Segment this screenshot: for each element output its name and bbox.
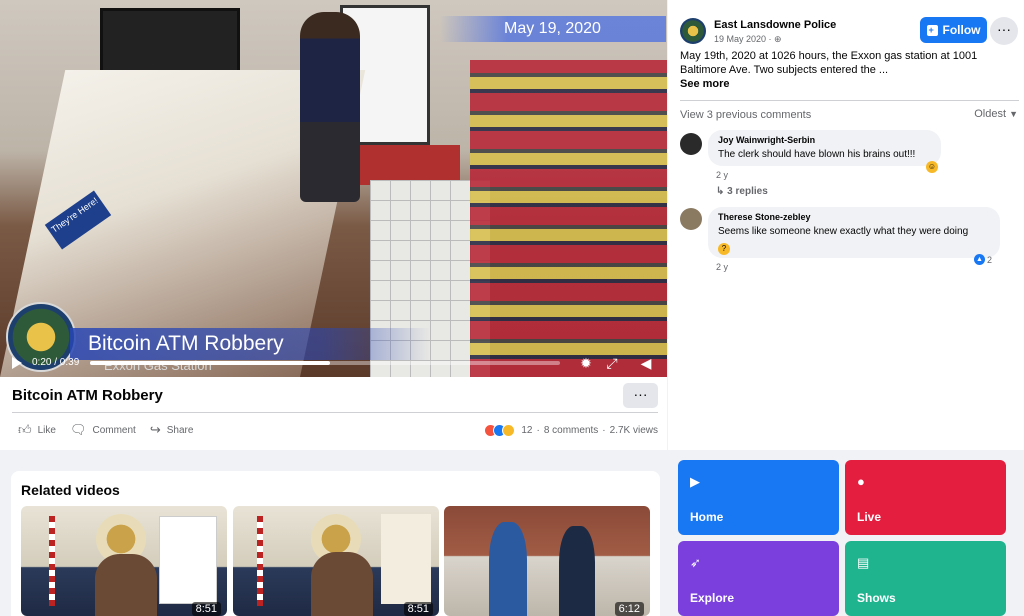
- like-button[interactable]: 👍︎ Like: [18, 422, 56, 438]
- like-label: Like: [37, 424, 56, 436]
- flag-image: [257, 516, 263, 606]
- flyer-image: [159, 516, 217, 604]
- thumbs-up-icon: 👍︎: [18, 422, 32, 437]
- engagement-stats: 12 · 8 comments · 2.7K views: [484, 424, 658, 437]
- like-reaction-icon: ▲: [974, 254, 985, 265]
- store-mat: [345, 145, 460, 185]
- post-panel: East Lansdowne Police 19 May 2020 · ⊕ + …: [668, 0, 1024, 450]
- live-label: Live: [857, 510, 882, 524]
- related-videos-title: Related videos: [21, 482, 120, 498]
- suspect-figure: [300, 12, 360, 202]
- more-options-button[interactable]: ···: [623, 383, 658, 408]
- divider: [680, 100, 1019, 101]
- video-player[interactable]: They're Here! May 19, 2020 Bitcoin ATM R…: [0, 0, 667, 377]
- explore-label: Explore: [690, 591, 735, 605]
- progress-fill: [90, 361, 330, 365]
- view-previous-comments[interactable]: View 3 previous comments: [680, 109, 811, 121]
- video-time: 0:20 / 0:39: [32, 357, 80, 368]
- replies-label: 3 replies: [727, 186, 768, 197]
- comment-avatar[interactable]: [680, 208, 702, 230]
- post-more-button[interactable]: ···: [990, 17, 1018, 45]
- home-label: Home: [690, 510, 724, 524]
- comment-avatar[interactable]: [680, 133, 702, 155]
- play-icon[interactable]: [12, 357, 22, 369]
- reply-arrow-icon: ↳: [716, 186, 725, 197]
- explore-tile[interactable]: ➶ Explore: [678, 541, 839, 616]
- comment-icon: 🗨︎: [69, 422, 87, 437]
- live-tile[interactable]: ● Live: [845, 460, 1006, 535]
- settings-icon[interactable]: ✹: [578, 355, 594, 371]
- comment-time[interactable]: 2 y: [716, 170, 728, 180]
- wow-reaction-icon: [502, 424, 516, 437]
- flag-image: [49, 516, 55, 606]
- live-icon: ●: [857, 474, 865, 489]
- fullscreen-icon[interactable]: ⤢: [604, 355, 620, 371]
- view-replies-link[interactable]: ↳ 3 replies: [716, 186, 768, 197]
- related-video-thumbnail[interactable]: 6:12: [444, 506, 650, 616]
- post-date[interactable]: 19 May 2020 · ⊕: [714, 34, 782, 45]
- action-bar: 👍︎ Like 🗨︎ Comment ↪ Share: [18, 420, 193, 440]
- person-image: [489, 522, 527, 616]
- shows-label: Shows: [857, 591, 896, 605]
- comment-button[interactable]: 🗨︎ Comment: [70, 422, 136, 438]
- separator-dot: ·: [602, 425, 606, 436]
- share-label: Share: [166, 424, 194, 436]
- comment-sort-dropdown[interactable]: Oldest ▼: [974, 108, 1018, 120]
- page-name[interactable]: East Lansdowne Police: [714, 19, 836, 31]
- document-image: [381, 514, 431, 604]
- comment-sort-label: Oldest: [974, 108, 1007, 120]
- rocket-icon: ➶: [690, 555, 701, 570]
- laugh-reaction-icon[interactable]: ☺: [926, 161, 938, 173]
- play-icon: ▶: [690, 474, 700, 489]
- related-video-thumbnail[interactable]: 8:51: [233, 506, 439, 616]
- comment-text: The clerk should have blown his brains o…: [718, 149, 916, 160]
- share-icon: ↪: [149, 422, 161, 437]
- comment-like-number: 2: [987, 254, 993, 265]
- see-more-link[interactable]: See more: [680, 78, 730, 90]
- progress-bar[interactable]: [90, 361, 560, 365]
- video-duration: 8:51: [403, 602, 433, 616]
- comment-count[interactable]: 8 comments: [544, 425, 598, 436]
- comment-bubble: Therese Stone-zebley Seems like someone …: [708, 207, 1000, 258]
- caret-down-icon: ▼: [1009, 109, 1018, 119]
- comment-author[interactable]: Therese Stone-zebley: [718, 212, 990, 222]
- person-image: [559, 526, 595, 616]
- follow-button[interactable]: + Follow: [920, 17, 987, 43]
- date-overlay: May 19, 2020: [440, 16, 666, 42]
- video-duration: 8:51: [191, 602, 221, 616]
- volume-icon[interactable]: ◀: [638, 355, 654, 371]
- video-duration: 6:12: [614, 602, 644, 616]
- globe-icon: ⊕: [774, 34, 782, 44]
- share-button[interactable]: ↪ Share: [150, 422, 194, 438]
- separator-dot: ·: [536, 425, 540, 436]
- comment-bubble: Joy Wainwright-Serbin The clerk should h…: [708, 130, 941, 166]
- post-text: May 19th, 2020 at 1026 hours, the Exxon …: [680, 50, 978, 76]
- related-video-thumbnail[interactable]: 8:51: [21, 506, 227, 616]
- view-count: 2.7K views: [609, 425, 658, 436]
- home-tile[interactable]: ▶ Home: [678, 460, 839, 535]
- reaction-count[interactable]: 12: [521, 425, 532, 436]
- store-tv: [100, 8, 240, 73]
- video-title: Bitcoin ATM Robbery: [12, 387, 163, 404]
- post-date-text: 19 May 2020 ·: [714, 34, 775, 44]
- comment-label: Comment: [92, 424, 136, 436]
- follow-label: Follow: [942, 23, 981, 37]
- shows-tile[interactable]: ▤ Shows: [845, 541, 1006, 616]
- comment-time[interactable]: 2 y: [716, 262, 728, 272]
- snack-rack: [470, 60, 667, 377]
- comment-author[interactable]: Joy Wainwright-Serbin: [718, 135, 931, 145]
- page-avatar[interactable]: [680, 18, 706, 44]
- comment-text: Seems like someone knew exactly what the…: [718, 226, 969, 237]
- speaker-image: [95, 554, 157, 616]
- divider: [12, 412, 658, 413]
- reaction-icons[interactable]: [484, 424, 516, 437]
- shows-icon: ▤: [857, 555, 870, 570]
- video-panel: They're Here! May 19, 2020 Bitcoin ATM R…: [0, 0, 667, 450]
- video-controls: 0:20 / 0:39 ✹ ⤢ ◀: [0, 355, 667, 377]
- thinking-emoji-icon: ?: [718, 243, 730, 255]
- comment-like-count[interactable]: ▲ 2: [974, 254, 992, 265]
- follow-icon: +: [926, 24, 938, 36]
- speaker-image: [311, 552, 373, 616]
- related-videos-section: Related videos 8:51 8:51 6:12: [11, 471, 660, 616]
